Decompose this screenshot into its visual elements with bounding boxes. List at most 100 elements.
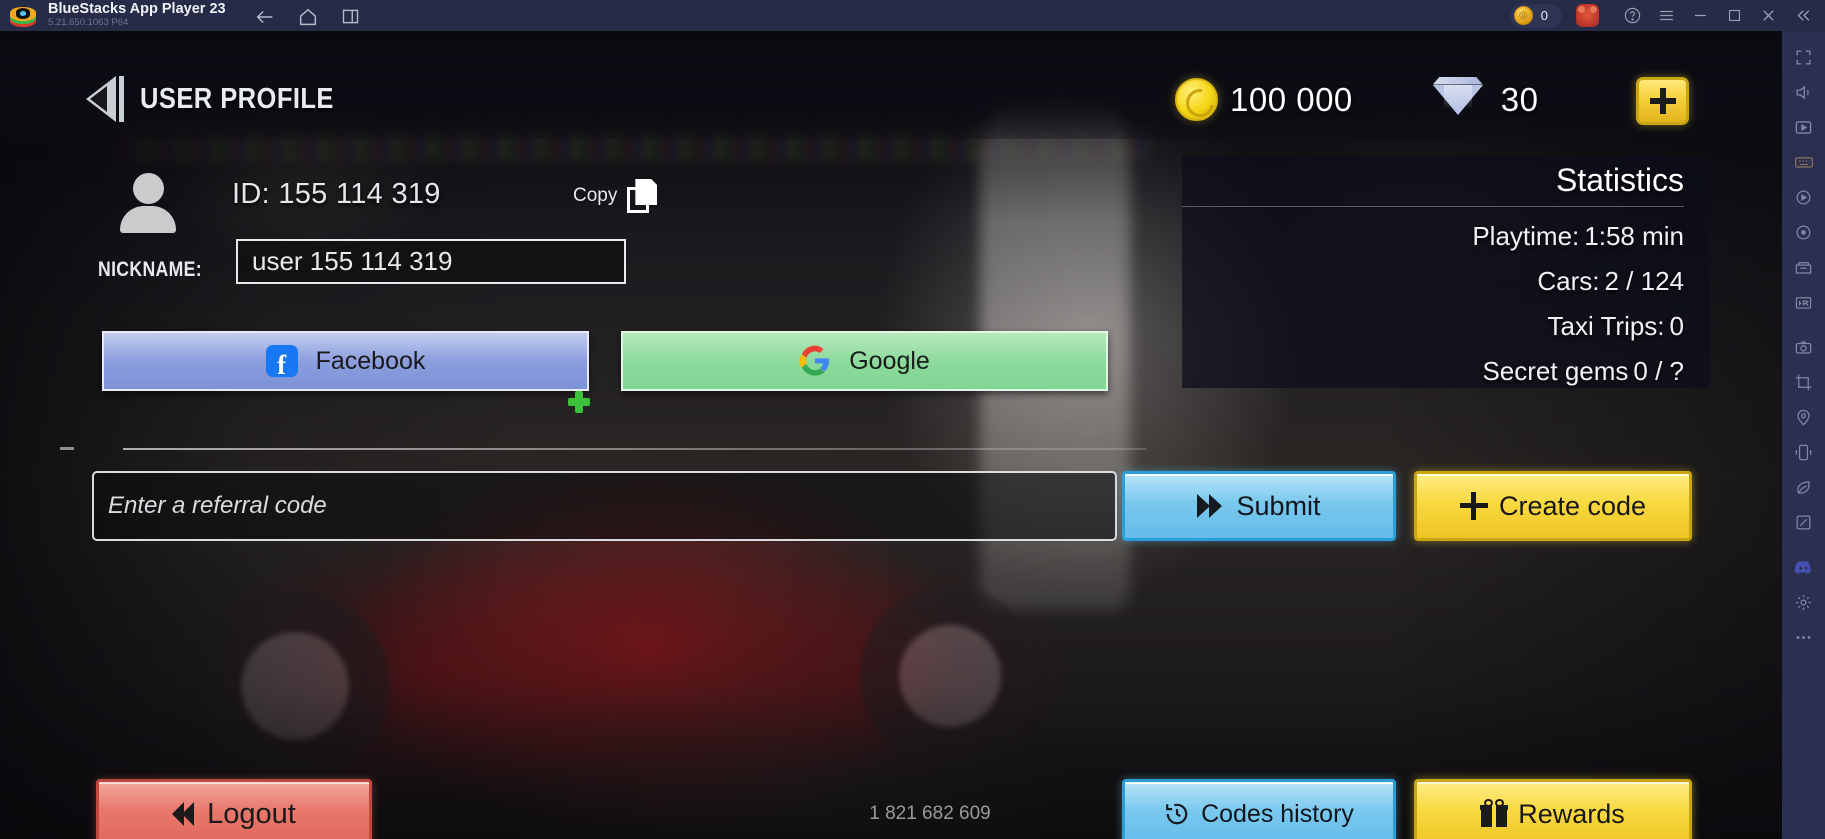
multi-instance-icon[interactable]	[340, 6, 360, 26]
copy-icon	[627, 179, 658, 213]
facebook-icon: f	[265, 345, 298, 378]
bluestacks-titlebar: BlueStacks App Player 23 5.21.650.1063 P…	[0, 0, 1825, 31]
back-arrow-icon	[86, 76, 116, 122]
multi-instance-manager-icon[interactable]	[1787, 250, 1821, 284]
submit-button[interactable]: Submit	[1122, 471, 1396, 541]
stat-value: 0 / ?	[1633, 356, 1684, 386]
rotate-icon[interactable]	[1787, 215, 1821, 249]
copy-label: Copy	[573, 185, 618, 206]
help-icon[interactable]	[1615, 0, 1649, 31]
bluestacks-logo-icon	[10, 5, 36, 27]
minimize-icon[interactable]	[1683, 0, 1717, 31]
keymapping-icon[interactable]	[1787, 145, 1821, 179]
referral-code-input[interactable]: Enter a referral code	[92, 471, 1117, 541]
user-id: ID: 155 114 319	[232, 178, 441, 210]
bear-avatar-icon[interactable]	[1576, 4, 1599, 27]
submit-label: Submit	[1236, 490, 1321, 521]
stat-value: 0	[1669, 311, 1684, 341]
referral-placeholder: Enter a referral code	[108, 492, 327, 519]
volume-icon[interactable]	[1787, 75, 1821, 109]
stat-value: 2 / 124	[1604, 266, 1684, 296]
rewards-label: Rewards	[1518, 798, 1625, 829]
cursor-crosshair-icon	[568, 391, 590, 413]
back-icon[interactable]	[254, 6, 274, 26]
game-version: v15.05 ab: 94	[810, 831, 1050, 839]
game-viewport: USER PROFILE 100 000 30 NICKNAME: ID: 15…	[0, 31, 1782, 839]
statistics-panel: Statistics Playtime: 1:58 min Cars: 2 / 12…	[1182, 156, 1710, 388]
gift-icon	[1480, 799, 1509, 827]
titlebar-nav	[254, 6, 360, 26]
close-icon[interactable]	[1751, 0, 1785, 31]
divider-line	[123, 448, 1146, 450]
divider-dash	[60, 447, 74, 450]
build-number: 1 821 682 609	[869, 803, 991, 824]
gem-icon	[1432, 84, 1483, 115]
create-code-button[interactable]: Create code	[1414, 471, 1692, 541]
logout-button[interactable]: Logout	[96, 779, 372, 839]
bluestacks-coin-icon: ◎	[1513, 6, 1533, 25]
settings-icon[interactable]	[1787, 585, 1821, 619]
menu-icon[interactable]	[1649, 0, 1683, 31]
plus-icon	[1459, 492, 1488, 520]
more-icon[interactable]	[1787, 620, 1821, 654]
crop-icon[interactable]	[1787, 365, 1821, 399]
app-version: 5.21.650.1063 P64	[48, 17, 129, 28]
coin-amount: 100 000	[1230, 80, 1353, 118]
google-login-button[interactable]: Google	[621, 331, 1108, 391]
stat-row-taxi-trips: Taxi Trips: 0	[1182, 311, 1685, 342]
eco-mode-icon[interactable]	[1787, 470, 1821, 504]
facebook-label: Facebook	[315, 346, 426, 375]
camera-icon[interactable]	[1787, 330, 1821, 364]
fullscreen-icon[interactable]	[1787, 40, 1821, 74]
nickname-input[interactable]: user 155 114 319	[236, 239, 626, 284]
titlebar-titles: BlueStacks App Player 23 5.21.650.1063 P…	[48, 2, 226, 29]
stat-row-cars: Cars: 2 / 124	[1182, 266, 1684, 297]
codes-history-label: Codes history	[1201, 799, 1354, 828]
stat-label: Cars:	[1537, 266, 1600, 296]
collapse-icon[interactable]	[1785, 0, 1819, 31]
nickname-label: NICKNAME:	[98, 258, 202, 281]
stat-label: Playtime:	[1472, 221, 1580, 251]
page-title: USER PROFILE	[140, 82, 334, 115]
double-arrow-left-icon	[172, 802, 196, 826]
background-vignette	[0, 31, 1782, 839]
rewards-button[interactable]: Rewards	[1414, 779, 1692, 839]
add-currency-button[interactable]	[1636, 77, 1689, 125]
create-code-label: Create code	[1498, 490, 1647, 521]
plus-icon	[1649, 88, 1676, 114]
discord-icon[interactable]	[1787, 550, 1821, 584]
google-label: Google	[849, 346, 930, 375]
maximize-icon[interactable]	[1717, 0, 1751, 31]
stat-label: Taxi Trips:	[1547, 311, 1665, 341]
stat-row-playtime: Playtime: 1:58 min	[1182, 221, 1684, 252]
currency-group: 100 000 30	[1175, 78, 1539, 121]
location-icon[interactable]	[1787, 400, 1821, 434]
bluestacks-coin-pill[interactable]: ◎ 0	[1509, 3, 1562, 28]
gem-amount: 30	[1500, 80, 1539, 118]
back-divider	[119, 76, 124, 122]
google-icon	[799, 345, 831, 377]
logout-label: Logout	[207, 797, 296, 830]
bluestacks-sidebar	[1782, 31, 1825, 839]
copy-id-button[interactable]: Copy	[573, 179, 658, 213]
codes-history-button[interactable]: Codes history	[1122, 779, 1396, 839]
trim-icon[interactable]	[1787, 505, 1821, 539]
double-arrow-right-icon	[1197, 494, 1225, 518]
titlebar-right: ◎ 0	[1509, 0, 1825, 31]
macro-record-icon[interactable]	[1787, 180, 1821, 214]
version-info: 1 821 682 609 v15.05 ab: 94	[810, 796, 1050, 839]
app-title: BlueStacks App Player 23	[48, 1, 226, 17]
home-icon[interactable]	[297, 6, 317, 26]
facebook-login-button[interactable]: f Facebook	[102, 331, 589, 391]
statistics-title: Statistics	[1182, 156, 1684, 207]
apk-install-icon[interactable]	[1787, 285, 1821, 319]
shake-icon[interactable]	[1787, 435, 1821, 469]
screenshot-icon[interactable]	[1787, 110, 1821, 144]
bluestacks-coin-count: 0	[1540, 8, 1548, 23]
back-button[interactable]: USER PROFILE	[86, 76, 360, 122]
avatar	[117, 173, 179, 233]
stat-label: Secret gems	[1482, 356, 1629, 386]
history-clock-icon	[1166, 803, 1188, 825]
coin-icon	[1175, 78, 1218, 121]
stat-value: 1:58 min	[1584, 221, 1684, 251]
